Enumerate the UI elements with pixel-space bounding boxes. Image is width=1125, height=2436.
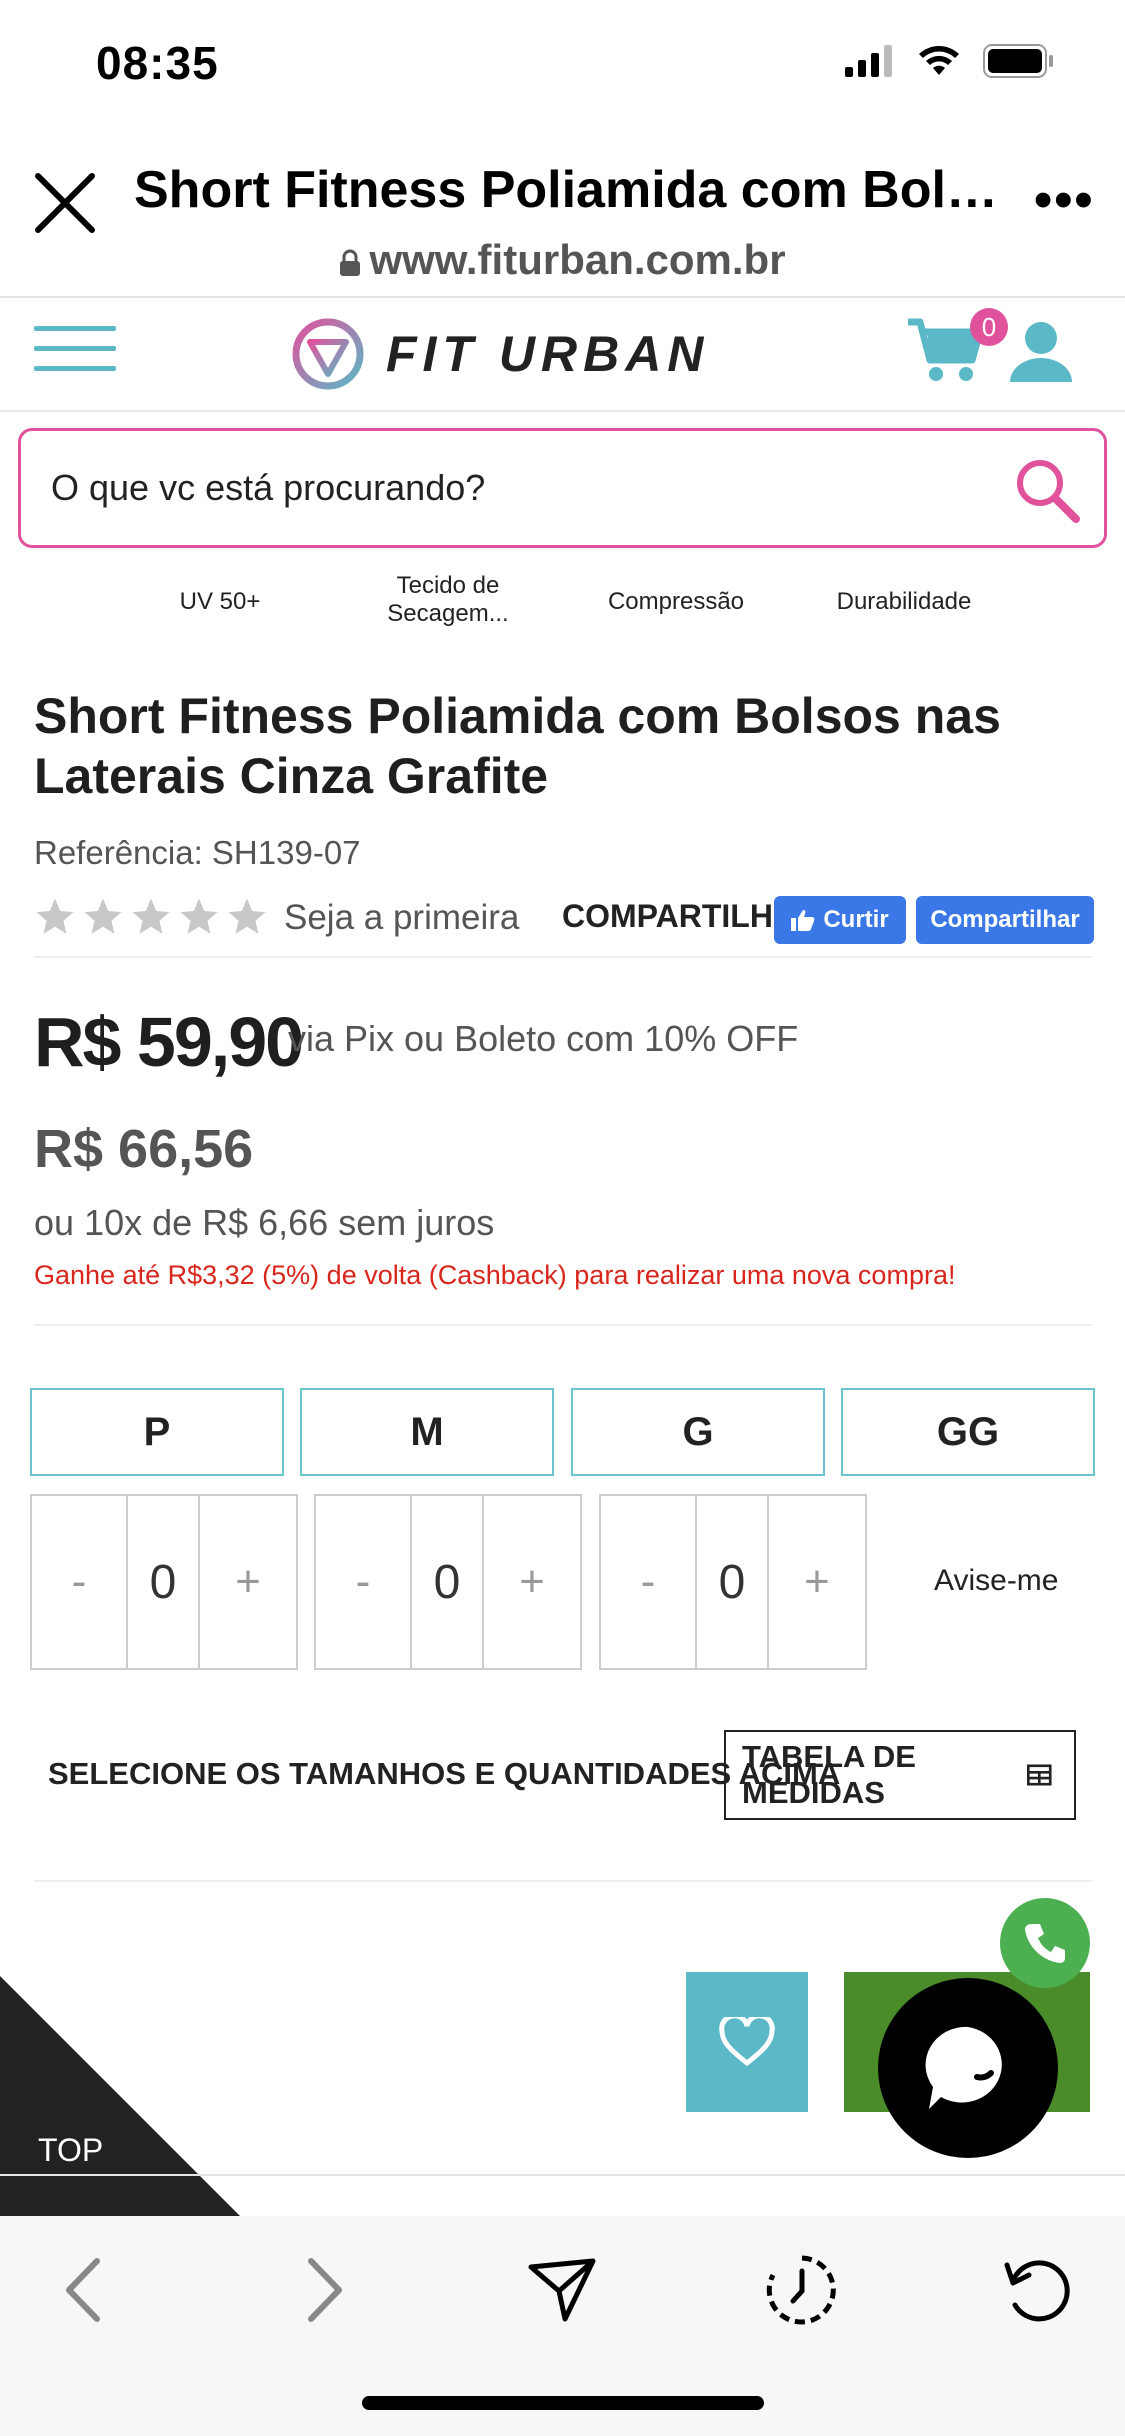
quantity-stepper-g: - 0 +	[599, 1494, 867, 1670]
product-title: Short Fitness Poliamida com Bolsos nas L…	[34, 688, 1001, 804]
regular-price: R$ 66,56	[34, 1119, 254, 1179]
increase-button[interactable]: +	[484, 1496, 580, 1668]
size-option-m[interactable]: M	[300, 1388, 554, 1476]
size-option-g[interactable]: G	[571, 1388, 825, 1476]
rating-stars[interactable]	[34, 896, 268, 938]
price-note: via Pix ou Boleto com 10% OFF	[288, 1018, 799, 1059]
logo-text: FIT URBAN	[386, 326, 710, 382]
divider	[0, 410, 1125, 412]
menu-icon[interactable]	[34, 326, 116, 376]
size-option-gg[interactable]: GG	[841, 1388, 1095, 1476]
size-option-p[interactable]: P	[30, 1388, 284, 1476]
battery-icon	[983, 44, 1053, 78]
quantity-stepper-m: - 0 +	[314, 1494, 582, 1670]
share-label: COMPARTILHE:	[562, 898, 805, 934]
table-icon	[1027, 1764, 1052, 1786]
back-to-top-button[interactable]	[0, 1976, 240, 2216]
installments-text: ou 10x de R$ 6,66 sem juros	[34, 1202, 495, 1243]
browser-url[interactable]: www.fiturban.com.br	[0, 236, 1125, 284]
divider	[34, 956, 1092, 958]
whatsapp-button[interactable]	[1000, 1898, 1090, 1988]
forward-icon[interactable]	[284, 2250, 364, 2330]
chat-bubble-icon	[925, 2026, 1002, 2109]
history-icon[interactable]	[762, 2250, 842, 2330]
favorite-button[interactable]	[686, 1972, 808, 2112]
cart-count-badge: 0	[970, 308, 1008, 346]
close-icon[interactable]	[34, 172, 96, 234]
select-sizes-message: SELECIONE OS TAMANHOS E QUANTIDADES ACIM…	[48, 1756, 841, 1791]
top-label[interactable]: TOP	[38, 2132, 103, 2169]
like-label: Curtir	[823, 906, 889, 933]
product-price: R$ 59,90	[34, 1003, 304, 1081]
thumbs-up-icon	[791, 910, 815, 931]
star-icon[interactable]	[82, 896, 124, 938]
browser-title: Short Fitness Poliamida com Bolsos nas L…	[134, 161, 1004, 219]
increase-button[interactable]: +	[200, 1496, 296, 1668]
decrease-button[interactable]: -	[601, 1496, 697, 1668]
quantity-value[interactable]: 0	[128, 1496, 200, 1668]
reload-icon[interactable]	[998, 2250, 1078, 2330]
star-icon[interactable]	[34, 896, 76, 938]
share-button-label: Compartilhar	[930, 906, 1080, 933]
status-time: 08:35	[96, 37, 219, 89]
facebook-share-button[interactable]: Compartilhar	[916, 896, 1094, 944]
decrease-button[interactable]: -	[316, 1496, 412, 1668]
wifi-icon	[919, 46, 959, 75]
search-input[interactable]	[51, 467, 951, 509]
more-options-icon[interactable]: •••	[1034, 170, 1095, 230]
decrease-button[interactable]: -	[32, 1496, 128, 1668]
quantity-value[interactable]: 0	[412, 1496, 484, 1668]
facebook-like-button[interactable]: Curtir	[774, 896, 906, 944]
star-icon[interactable]	[226, 896, 268, 938]
url-text: www.fiturban.com.br	[369, 236, 786, 283]
site-logo[interactable]: FIT URBAN	[290, 316, 709, 392]
signal-icon	[845, 45, 892, 77]
feature-compression: Compressão	[607, 588, 745, 615]
cashback-text: Ganhe até R$3,32 (5%) de volta (Cashback…	[34, 1260, 956, 1290]
phone-icon	[1025, 1924, 1065, 1963]
search-icon[interactable]	[1012, 455, 1082, 525]
heart-icon	[719, 2017, 775, 2067]
logo-icon	[292, 318, 364, 390]
user-icon[interactable]	[1008, 318, 1074, 384]
increase-button[interactable]: +	[769, 1496, 865, 1668]
chat-button[interactable]	[878, 1978, 1058, 2158]
size-table-label: TABELA DE MEDIDAS	[742, 1739, 916, 1810]
send-icon[interactable]	[522, 2250, 602, 2330]
rating-text[interactable]: Seja a primeira	[284, 898, 519, 938]
quantity-stepper-p: - 0 +	[30, 1494, 298, 1670]
divider	[0, 2174, 1125, 2176]
search-bar	[18, 428, 1107, 548]
size-table-button[interactable]: TABELA DE MEDIDAS	[724, 1730, 1076, 1820]
quantity-value[interactable]: 0	[697, 1496, 769, 1668]
divider	[34, 1880, 1092, 1882]
notify-me-link[interactable]: Avise-me	[934, 1564, 1058, 1598]
lock-icon	[340, 249, 361, 276]
divider	[34, 1324, 1092, 1326]
status-icons	[845, 44, 1055, 78]
feature-drying: Tecido de Secagem...	[387, 572, 509, 627]
feature-uv: UV 50+	[179, 588, 261, 615]
feature-durability: Durabilidade	[836, 588, 972, 615]
star-icon[interactable]	[130, 896, 172, 938]
star-icon[interactable]	[178, 896, 220, 938]
back-icon[interactable]	[44, 2250, 124, 2330]
product-reference: Referência: SH139-07	[34, 834, 361, 871]
divider	[0, 296, 1125, 298]
home-indicator	[362, 2396, 764, 2410]
